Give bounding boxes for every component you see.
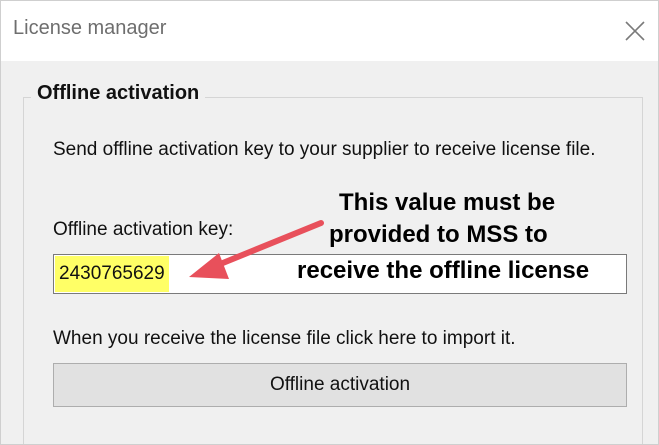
annotation-line-1: This value must be [339, 189, 556, 216]
close-button[interactable] [610, 1, 658, 61]
annotation-line-3: receive the offline license [297, 257, 590, 284]
receive-instructions: When you receive the license file click … [53, 328, 516, 349]
annotation-line-2: provided to MSS to [329, 221, 548, 248]
arrow-icon [189, 220, 324, 279]
offline-activation-button[interactable]: Offline activation [53, 363, 627, 407]
title-bar: License manager [1, 1, 658, 61]
close-icon [625, 21, 645, 41]
license-manager-window: License manager Offline activation Send … [0, 0, 659, 445]
group-description: Send offline activation key to your supp… [53, 139, 596, 160]
activation-key-value: 2430765629 [55, 256, 169, 292]
group-title: Offline activation [31, 82, 206, 105]
window-title: License manager [13, 17, 167, 39]
